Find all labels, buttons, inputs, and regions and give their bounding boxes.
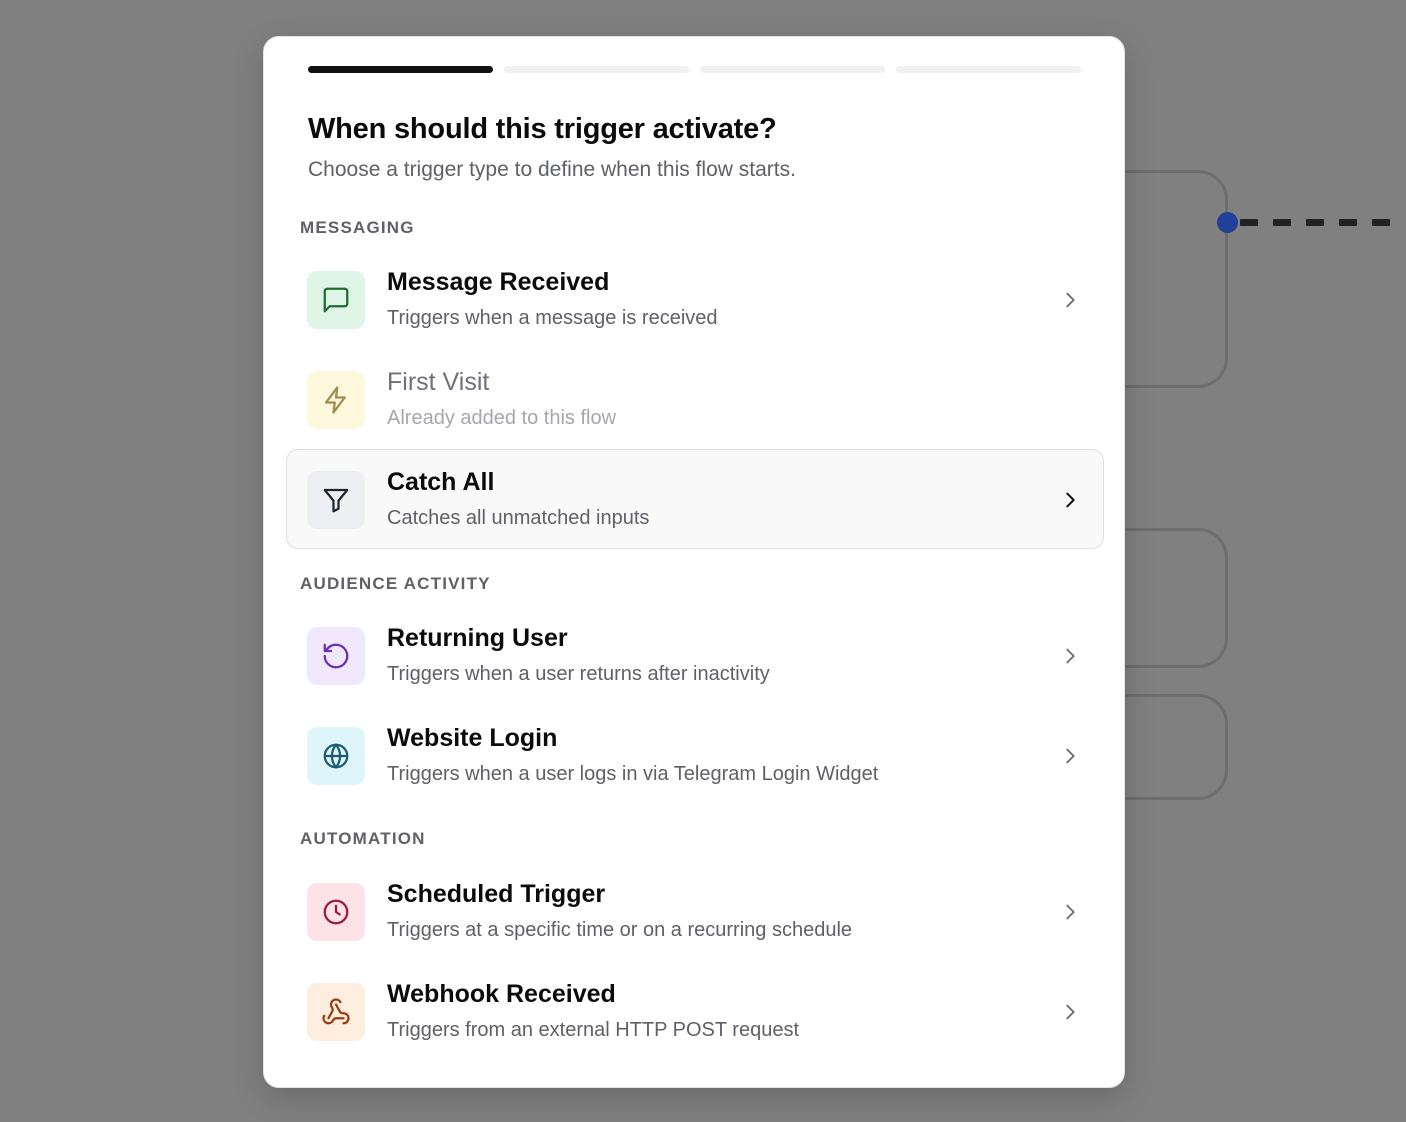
trigger-option-scheduled-trigger[interactable]: Scheduled Trigger Triggers at a specific… bbox=[286, 861, 1104, 961]
section-label-audience-activity: AUDIENCE ACTIVITY bbox=[300, 574, 491, 593]
trigger-option-title: Webhook Received bbox=[387, 980, 616, 1008]
section-label-automation: AUTOMATION bbox=[300, 829, 426, 848]
trigger-option-title: Catch All bbox=[387, 468, 495, 496]
trigger-option-first-visit: First Visit Already added to this flow bbox=[286, 349, 1104, 449]
trigger-option-title: Returning User bbox=[387, 624, 568, 652]
chevron-right-icon bbox=[1059, 289, 1081, 311]
trigger-option-website-login[interactable]: Website Login Triggers when a user logs … bbox=[286, 705, 1104, 805]
message-square-icon bbox=[307, 271, 365, 329]
trigger-option-description: Triggers at a specific time or on a recu… bbox=[387, 919, 853, 941]
canvas-connection-dot bbox=[1217, 212, 1238, 233]
trigger-option-description: Triggers when a user logs in via Telegra… bbox=[387, 763, 879, 785]
trigger-option-description: Triggers when a user returns after inact… bbox=[387, 663, 770, 685]
trigger-option-description: Already added to this flow bbox=[387, 407, 617, 429]
chevron-right-icon bbox=[1059, 1001, 1081, 1023]
lightning-icon bbox=[307, 371, 365, 429]
trigger-option-title: First Visit bbox=[387, 368, 490, 396]
section-label-messaging: MESSAGING bbox=[300, 218, 415, 237]
trigger-option-title: Website Login bbox=[387, 724, 558, 752]
funnel-icon bbox=[307, 471, 365, 529]
canvas-connector-dash bbox=[1240, 219, 1258, 226]
step-indicator-1 bbox=[308, 66, 493, 73]
webhook-icon bbox=[307, 983, 365, 1041]
globe-icon bbox=[307, 727, 365, 785]
trigger-option-webhook-received[interactable]: Webhook Received Triggers from an extern… bbox=[286, 961, 1104, 1061]
clock-icon bbox=[307, 883, 365, 941]
trigger-option-title: Message Received bbox=[387, 268, 610, 296]
chevron-right-icon bbox=[1059, 901, 1081, 923]
step-indicator-2 bbox=[504, 66, 689, 73]
trigger-option-returning-user[interactable]: Returning User Triggers when a user retu… bbox=[286, 605, 1104, 705]
chevron-right-icon bbox=[1059, 745, 1081, 767]
trigger-type-dialog: When should this trigger activate? Choos… bbox=[263, 36, 1125, 1088]
chevron-right-icon bbox=[1059, 645, 1081, 667]
canvas-connector-dash bbox=[1339, 219, 1357, 226]
trigger-option-description: Triggers when a message is received bbox=[387, 307, 718, 329]
trigger-option-description: Catches all unmatched inputs bbox=[387, 507, 650, 529]
dialog-title: When should this trigger activate? bbox=[308, 113, 777, 145]
trigger-option-message-received[interactable]: Message Received Triggers when a message… bbox=[286, 249, 1104, 349]
step-progress bbox=[308, 66, 1081, 73]
dialog-subtitle: Choose a trigger type to define when thi… bbox=[308, 158, 796, 181]
canvas-connector-dash bbox=[1372, 219, 1390, 226]
canvas-connector-dash bbox=[1273, 219, 1291, 226]
trigger-option-catch-all[interactable]: Catch All Catches all unmatched inputs bbox=[286, 449, 1104, 549]
step-indicator-3 bbox=[700, 66, 885, 73]
chevron-right-icon bbox=[1059, 489, 1081, 511]
step-indicator-4 bbox=[896, 66, 1081, 73]
canvas-connector-dash bbox=[1306, 219, 1324, 226]
rotate-ccw-icon bbox=[307, 627, 365, 685]
trigger-option-description: Triggers from an external HTTP POST requ… bbox=[387, 1019, 800, 1041]
trigger-option-title: Scheduled Trigger bbox=[387, 880, 606, 908]
